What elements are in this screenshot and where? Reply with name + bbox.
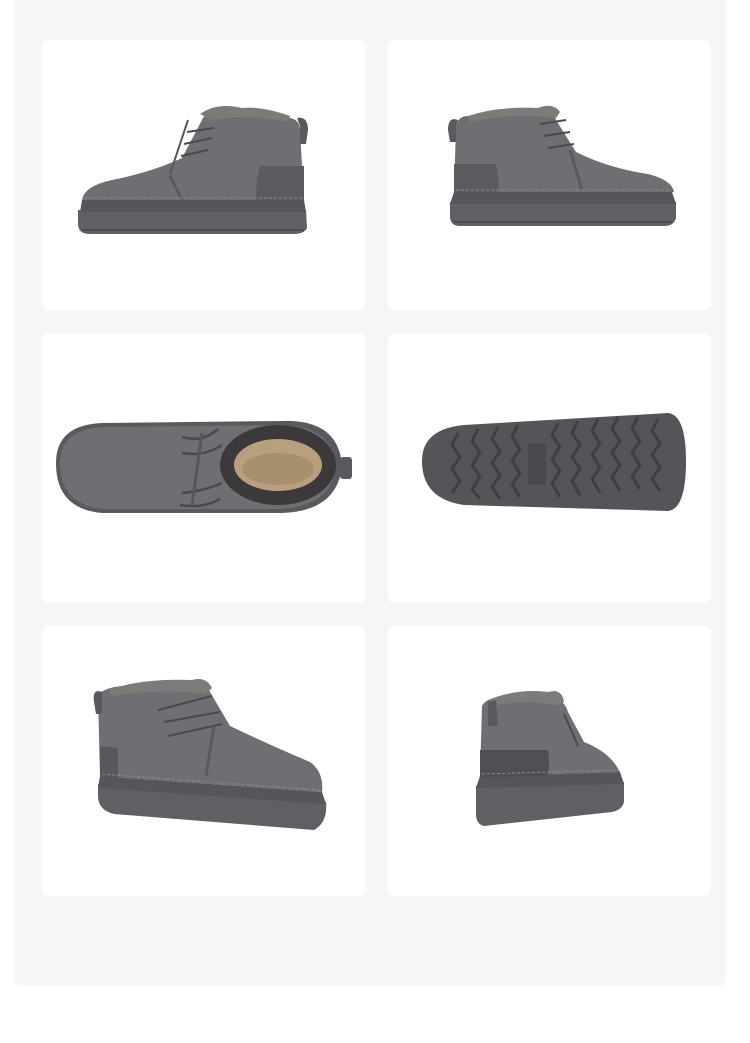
product-image-rear-view[interactable]: [388, 626, 711, 896]
boot-top-view-illustration: [56, 420, 352, 513]
product-image-top-view[interactable]: [42, 333, 365, 603]
boot-rear-illustration: [476, 691, 624, 826]
product-image-side-left[interactable]: [42, 40, 365, 310]
product-image-outsole[interactable]: [388, 333, 711, 603]
boot-three-quarter-illustration: [93, 679, 327, 830]
boot-side-left-illustration: [78, 106, 308, 234]
product-image-three-quarter-front[interactable]: [42, 626, 365, 896]
product-image-side-right[interactable]: [388, 40, 711, 310]
boot-side-right-illustration: [448, 105, 676, 226]
boot-outsole-illustration: [422, 413, 686, 511]
